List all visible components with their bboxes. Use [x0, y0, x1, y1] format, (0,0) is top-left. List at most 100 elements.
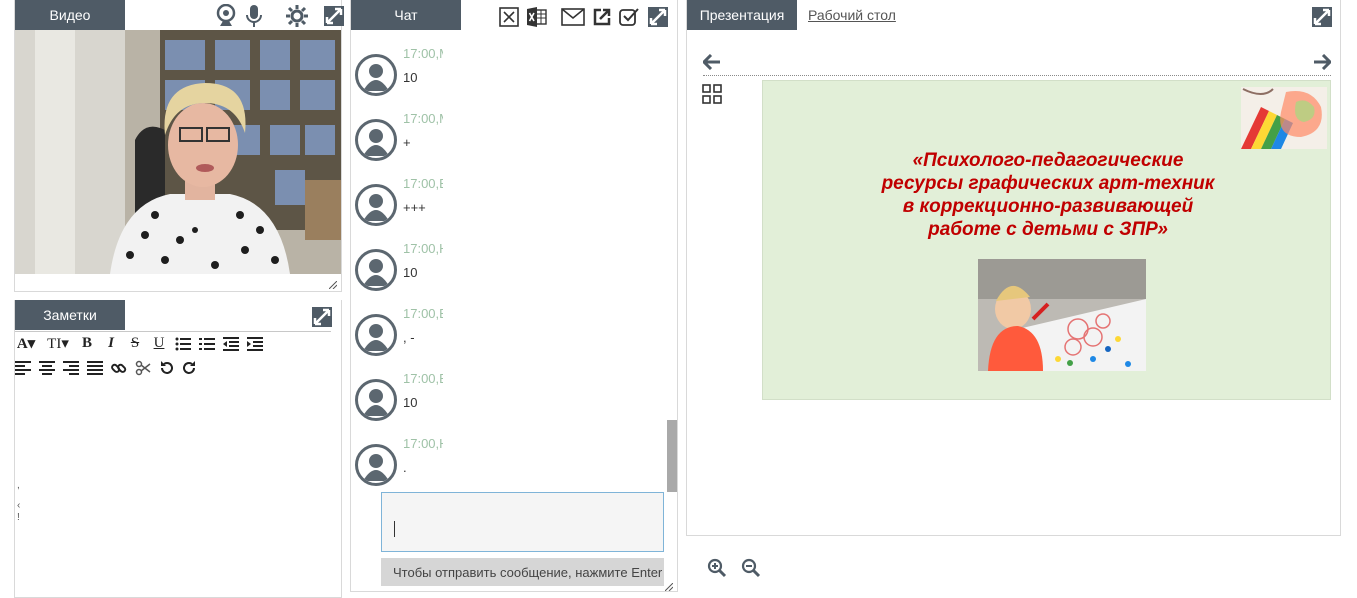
- notes-panel: Заметки A▾ TI▾ B I S U , ‹ !: [14, 300, 342, 598]
- bullet-list-icon[interactable]: [175, 337, 191, 351]
- message-time: 17:00,Е: [403, 176, 443, 191]
- grid-icon: [702, 84, 722, 104]
- zoom-in-icon[interactable]: [707, 558, 727, 578]
- notes-mark: ,: [17, 480, 20, 491]
- outdent-icon[interactable]: [223, 336, 239, 351]
- link-icon[interactable]: [111, 360, 127, 376]
- notes-content[interactable]: , ‹ !: [17, 476, 20, 528]
- slide-thumbnails-button[interactable]: [702, 84, 722, 104]
- chat-scrollbar[interactable]: [667, 420, 677, 492]
- message-time: 17:00,М: [403, 46, 443, 61]
- font-color-button[interactable]: A▾: [15, 334, 37, 353]
- zoom-out-icon[interactable]: [741, 558, 761, 578]
- chat-message: 17:00,Е 10: [355, 371, 655, 431]
- video-toolbar: [215, 4, 345, 28]
- align-left-icon[interactable]: [15, 361, 31, 375]
- tab-presentation[interactable]: Презентация: [687, 0, 797, 30]
- arrow-left-icon: [703, 54, 721, 70]
- slide-decorative-art: [1241, 87, 1327, 149]
- previous-slide-button[interactable]: [703, 54, 721, 70]
- message-text: , -: [403, 330, 415, 345]
- expand-icon[interactable]: [647, 6, 669, 28]
- align-justify-icon[interactable]: [87, 361, 103, 375]
- webcam-icon[interactable]: [215, 4, 237, 28]
- editor-toolbar-row-2: [15, 360, 199, 376]
- message-text: 10: [403, 70, 418, 85]
- chat-message: 17:00,М +: [355, 111, 655, 171]
- indent-icon[interactable]: [247, 336, 263, 351]
- excel-export-icon[interactable]: [527, 7, 547, 27]
- message-time: 17:00,Н: [403, 436, 443, 451]
- tab-desktop[interactable]: Рабочий стол: [808, 7, 896, 23]
- chat-message-input[interactable]: [381, 492, 664, 552]
- numbered-list-icon[interactable]: [199, 337, 215, 351]
- chat-message: 17:00,Н 10: [355, 241, 655, 301]
- presentation-slide[interactable]: «Психолого-педагогические ресурсы графич…: [762, 80, 1331, 400]
- underline-button[interactable]: U: [151, 335, 167, 352]
- video-panel: Видео: [14, 0, 345, 292]
- avatar: [355, 444, 397, 486]
- avatar: [355, 184, 397, 226]
- strikethrough-button[interactable]: S: [127, 335, 143, 352]
- clear-chat-icon[interactable]: [499, 7, 519, 27]
- video-stream: [15, 30, 341, 274]
- presentation-tab-label: Презентация: [699, 7, 785, 23]
- message-time: 17:00,Е: [403, 306, 443, 321]
- gear-icon[interactable]: [285, 4, 309, 28]
- expand-icon[interactable]: [1311, 6, 1333, 28]
- bold-button[interactable]: B: [79, 335, 95, 352]
- chat-tab[interactable]: Чат: [351, 0, 461, 30]
- notes-tab-label: Заметки: [43, 307, 97, 323]
- divider: [703, 75, 1331, 76]
- message-time: 17:00,М: [403, 111, 443, 126]
- italic-button[interactable]: I: [103, 335, 119, 352]
- chat-message: 17:00,Н.: [355, 436, 655, 496]
- chat-panel: Чат 17:00,М 10 17:00,М +17:00,Е +++ 17:00,Н 10…: [350, 0, 678, 592]
- chat-message: 17:00,Е +++: [355, 176, 655, 236]
- editor-toolbar-row-1: A▾ TI▾ B I S U: [15, 334, 263, 353]
- resize-handle-icon[interactable]: [328, 276, 338, 290]
- chat-message: 17:00,М 10: [355, 46, 655, 106]
- popout-icon[interactable]: [593, 8, 611, 26]
- chat-tab-label: Чат: [394, 7, 418, 23]
- slide-title: «Психолого-педагогические ресурсы графич…: [881, 150, 1215, 240]
- send-hint-bar: Чтобы отправить сообщение, нажмите Enter: [381, 558, 664, 586]
- resize-handle-icon[interactable]: [664, 578, 674, 592]
- presentation-panel: Презентация Рабочий стол «Психолого-педа…: [686, 0, 1341, 578]
- message-text: 10: [403, 265, 418, 280]
- avatar: [355, 54, 397, 96]
- notes-toolbar: [311, 306, 333, 328]
- avatar: [355, 249, 397, 291]
- next-slide-button[interactable]: [1313, 54, 1331, 70]
- microphone-icon[interactable]: [245, 4, 263, 28]
- slide-photo: [978, 259, 1146, 371]
- undo-icon[interactable]: [159, 361, 175, 375]
- message-text: .: [403, 460, 407, 475]
- email-icon[interactable]: [561, 8, 585, 26]
- message-time: 17:00,Н: [403, 241, 443, 256]
- video-tab[interactable]: Видео: [15, 0, 125, 30]
- align-center-icon[interactable]: [39, 361, 55, 375]
- message-text: +: [403, 135, 411, 150]
- checkbox-icon[interactable]: [619, 7, 639, 27]
- text-caret: [394, 521, 395, 537]
- arrow-right-icon: [1313, 54, 1331, 70]
- presentation-toolbar: [1311, 6, 1333, 28]
- chat-toolbar: [499, 6, 669, 28]
- redo-icon[interactable]: [183, 361, 199, 375]
- chat-message: 17:00,Е , -: [355, 306, 655, 366]
- avatar: [355, 119, 397, 161]
- avatar: [355, 314, 397, 356]
- message-text: 10: [403, 395, 418, 410]
- font-size-button[interactable]: TI▾: [45, 334, 71, 353]
- divider: [15, 331, 331, 332]
- align-right-icon[interactable]: [63, 361, 79, 375]
- video-tab-label: Видео: [49, 7, 91, 23]
- notes-tab[interactable]: Заметки: [15, 300, 125, 330]
- expand-icon[interactable]: [311, 306, 333, 328]
- message-text: +++: [403, 200, 426, 215]
- zoom-controls: [707, 558, 761, 578]
- avatar: [355, 379, 397, 421]
- expand-icon[interactable]: [323, 5, 345, 27]
- scissors-icon[interactable]: [135, 360, 151, 376]
